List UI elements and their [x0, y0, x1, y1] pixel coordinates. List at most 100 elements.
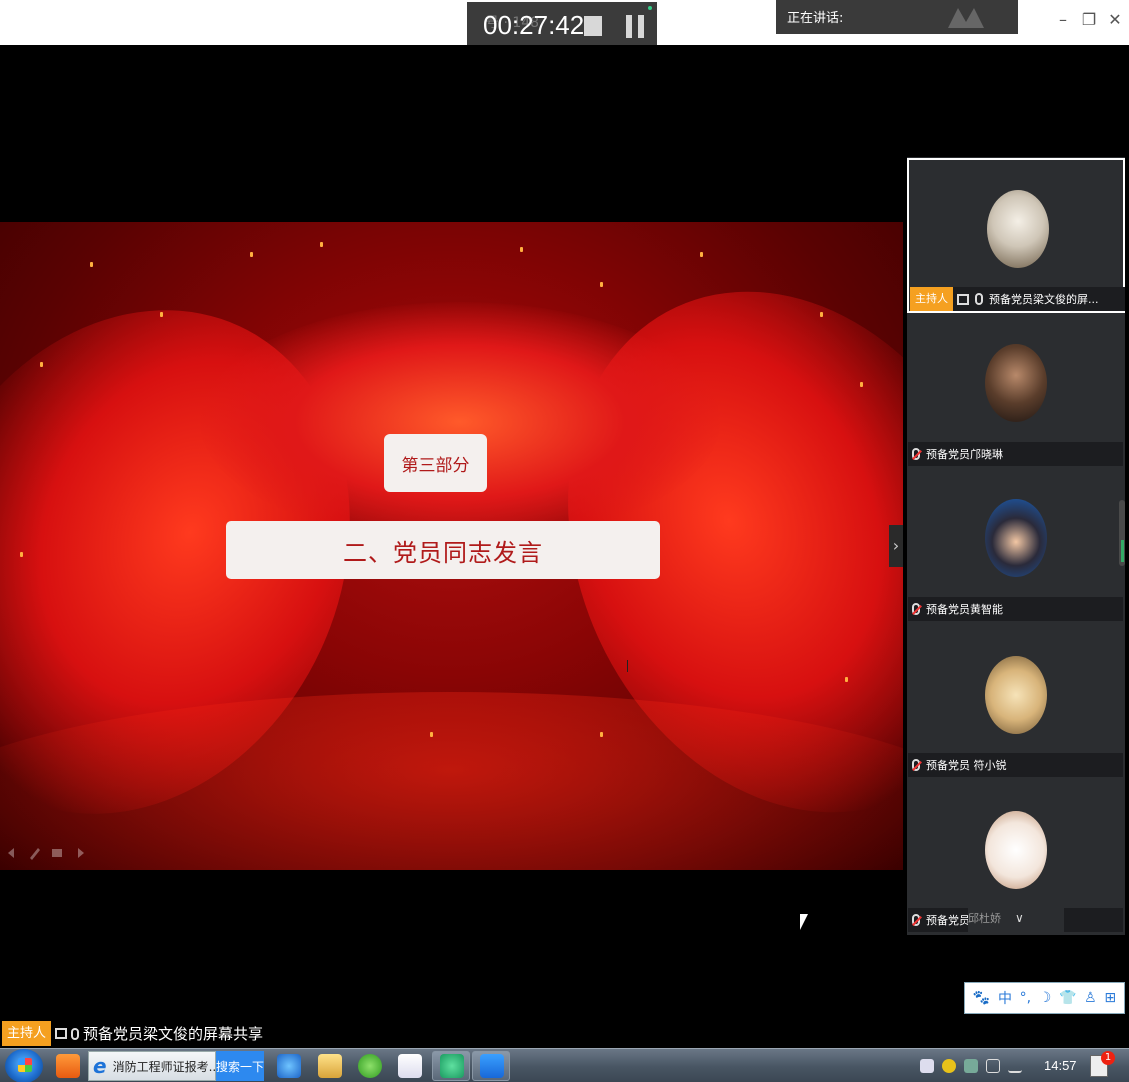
ime-toolbar: 🐾 中 °, ☽ 👕 ♙ ⊞: [964, 982, 1125, 1014]
host-badge: 主持人: [910, 287, 953, 311]
recording-control: 号 · 148 00:27:42: [467, 2, 657, 45]
back-arrow-icon[interactable]: [6, 846, 20, 860]
tray-icon[interactable]: [964, 1059, 978, 1073]
section-tag: 第三部分: [384, 434, 487, 492]
spark-decoration: [20, 552, 23, 557]
ribbon-decoration: [200, 302, 720, 542]
spark-decoration: [820, 312, 823, 317]
more-participants-button[interactable]: 邱杜娇 ∨: [968, 903, 1064, 933]
participant-name: 预备党员 符小锐: [926, 759, 1007, 772]
user-icon[interactable]: ♙: [1084, 990, 1097, 1006]
spark-decoration: [845, 677, 848, 682]
slides-icon[interactable]: [50, 846, 64, 860]
clock[interactable]: 14:57: [1044, 1058, 1077, 1073]
browser-icon[interactable]: [358, 1054, 382, 1078]
moon-icon[interactable]: ☽: [1039, 990, 1052, 1006]
avatar: [985, 656, 1047, 734]
spark-decoration: [40, 362, 43, 367]
spark-decoration: [160, 312, 163, 317]
screen-share-icon: [55, 1028, 68, 1039]
chevron-down-icon: ∨: [1015, 911, 1024, 925]
participant-name: 预备党员邝晓琳: [926, 448, 1003, 461]
stop-recording-button[interactable]: [584, 16, 602, 36]
folder-icon[interactable]: [318, 1054, 342, 1078]
spark-decoration: [600, 282, 603, 287]
forward-arrow-icon[interactable]: [72, 846, 86, 860]
speaking-label: 正在讲话:: [787, 11, 844, 26]
paw-icon[interactable]: 🐾: [973, 990, 990, 1006]
app-logo-icon: [948, 8, 984, 28]
ribbon-decoration: [0, 692, 903, 870]
skin-icon[interactable]: 👕: [1059, 990, 1076, 1006]
microphone-icon: [975, 293, 983, 305]
section-title: 二、党员同志发言: [226, 521, 660, 579]
search-button[interactable]: 搜索一下: [216, 1051, 264, 1081]
participant-name: 预备党员黄智能: [926, 603, 1003, 616]
network-icon[interactable]: [1008, 1059, 1022, 1073]
taskbar-app-meeting[interactable]: [472, 1051, 510, 1081]
avatar: [985, 811, 1047, 889]
screen-share-text: 预备党员梁文俊的屏幕共享: [83, 1025, 264, 1043]
mouse-pointer-icon: [800, 914, 808, 930]
participant-tile[interactable]: 主持人 预备党员梁文俊的屏...: [907, 158, 1125, 313]
host-badge: 主持人: [2, 1021, 52, 1046]
pause-recording-button[interactable]: [626, 15, 644, 38]
tray-icon[interactable]: [942, 1059, 956, 1073]
notification-badge: 1: [1101, 1051, 1115, 1065]
participant-name-bar: 预备党员 符小锐: [908, 753, 1123, 777]
system-tray: [920, 1049, 1022, 1082]
restore-button[interactable]: ❐: [1079, 10, 1099, 29]
grid-icon[interactable]: ⊞: [1104, 990, 1116, 1006]
participant-name-overflow: 邱杜娇: [968, 912, 1001, 925]
participant-tile[interactable]: 预备党员黄智能: [907, 469, 1125, 624]
expand-panel-button[interactable]: ›: [889, 525, 903, 567]
minimize-button[interactable]: –: [1053, 10, 1073, 29]
ime-chinese-mode[interactable]: 中: [998, 988, 1012, 1008]
participant-name: 预备党员: [926, 914, 970, 927]
participant-name: 预备党员梁文俊的屏...: [989, 293, 1099, 306]
participant-name-bar: 预备党员邝晓琳: [908, 442, 1123, 466]
microphone-muted-icon: [912, 448, 920, 460]
participant-tile[interactable]: 预备党员 符小锐: [907, 624, 1125, 779]
screen-share-label: 主持人 预备党员梁文俊的屏幕共享: [2, 1021, 263, 1046]
microphone-icon: [71, 1027, 80, 1040]
taskbar-app-ie[interactable]: e 消防工程师证报考...: [88, 1051, 216, 1081]
microphone-muted-icon: [912, 603, 920, 615]
avatar: [987, 190, 1049, 268]
avatar: [985, 344, 1047, 422]
meeting-app-icon: [480, 1054, 504, 1078]
media-player-icon[interactable]: [398, 1054, 422, 1078]
tray-icon[interactable]: [920, 1059, 934, 1073]
title-bar: 号 · 148 00:27:42 正在讲话: – ❐ ✕: [0, 0, 1129, 45]
recording-timer: 00:27:42: [483, 10, 585, 40]
spark-decoration: [90, 262, 93, 267]
taskbar-app[interactable]: [432, 1051, 470, 1081]
microphone-muted-icon: [912, 914, 920, 926]
spark-decoration: [320, 242, 323, 247]
volume-icon[interactable]: [986, 1059, 1000, 1073]
avatar: [985, 499, 1047, 577]
windows-logo-icon: [18, 1058, 32, 1072]
pen-icon[interactable]: [28, 846, 42, 860]
spark-decoration: [250, 252, 253, 257]
ie-browser-icon[interactable]: [277, 1054, 301, 1078]
close-button[interactable]: ✕: [1105, 10, 1125, 29]
start-button[interactable]: [5, 1049, 43, 1082]
spark-decoration: [860, 382, 863, 387]
recording-indicator-icon: [648, 6, 652, 10]
spark-decoration: [520, 247, 523, 252]
app-icon: [440, 1054, 464, 1078]
spark-decoration: [700, 252, 703, 257]
speaking-indicator: 正在讲话:: [776, 0, 1018, 34]
panel-scrollbar-thumb[interactable]: [1121, 540, 1124, 562]
participant-tile[interactable]: 预备党员邝晓琳: [907, 314, 1125, 469]
ie-icon: e: [93, 1054, 107, 1078]
spark-decoration: [600, 732, 603, 737]
taskbar-app-label: 消防工程师证报考...: [112, 1059, 216, 1074]
text-cursor-icon: [627, 660, 633, 672]
app-icon[interactable]: [56, 1054, 80, 1078]
taskbar: e 消防工程师证报考... 搜索一下 14:57 1: [0, 1048, 1129, 1082]
punctuation-icon[interactable]: °,: [1020, 990, 1031, 1006]
participant-name-bar: 主持人 预备党员梁文俊的屏...: [910, 287, 1125, 311]
spark-decoration: [430, 732, 433, 737]
